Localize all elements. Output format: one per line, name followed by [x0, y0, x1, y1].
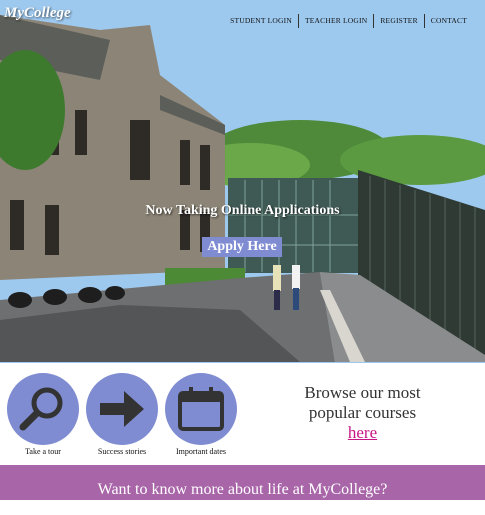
nav-contact[interactable]: CONTACT — [423, 14, 473, 28]
site-logo[interactable]: MyCollege — [4, 5, 71, 22]
hero-headline: Now Taking Online Applications — [145, 203, 340, 218]
browse-text: Browse our most popular courses — [304, 383, 421, 422]
hero-banner: MyCollege STUDENT LOGIN TEACHER LOGIN RE… — [0, 0, 485, 363]
take-a-tour-circle[interactable] — [7, 373, 79, 445]
info-band: Want to know more about life at MyColleg… — [0, 465, 485, 500]
nav-register[interactable]: REGISTER — [373, 14, 423, 28]
search-icon — [19, 387, 63, 431]
top-navigation: STUDENT LOGIN TEACHER LOGIN REGISTER CON… — [224, 14, 473, 28]
arrow-right-icon — [100, 391, 144, 427]
feature-take-a-tour[interactable]: Take a tour — [6, 373, 80, 456]
campus-photo — [0, 0, 485, 363]
feature-important-dates[interactable]: Important dates — [164, 373, 238, 456]
important-dates-label[interactable]: Important dates — [164, 447, 238, 456]
calendar-icon — [178, 387, 224, 431]
browse-courses: Browse our most popular courses here — [290, 383, 435, 443]
take-a-tour-label[interactable]: Take a tour — [6, 447, 80, 456]
important-dates-circle[interactable] — [165, 373, 237, 445]
apply-button[interactable]: Apply Here — [202, 237, 282, 257]
feature-success-stories[interactable]: Success stories — [85, 373, 159, 456]
success-stories-circle[interactable] — [86, 373, 158, 445]
nav-student-login[interactable]: STUDENT LOGIN — [224, 14, 298, 28]
nav-teacher-login[interactable]: TEACHER LOGIN — [297, 14, 373, 28]
success-stories-label[interactable]: Success stories — [85, 447, 159, 456]
browse-here-link[interactable]: here — [348, 423, 377, 442]
